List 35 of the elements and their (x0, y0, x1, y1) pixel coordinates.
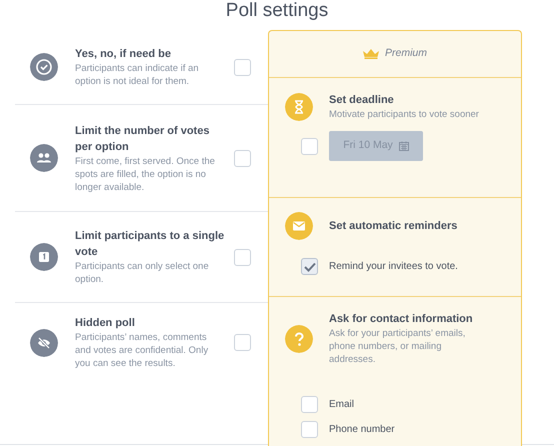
envelope-icon (285, 212, 313, 240)
option-description: First come, first served. Once the spots are filled, the option is no longer available. (75, 154, 216, 194)
checkbox[interactable] (301, 258, 318, 275)
option-description: Participants can indicate if an option is not ideal for them. (75, 62, 200, 88)
option-title: Limit participants to a single vote (75, 229, 225, 260)
checkbox[interactable] (234, 334, 251, 351)
checkbox[interactable] (234, 150, 251, 166)
option-title: Yes, no, if need be (75, 47, 172, 62)
option-description: Participants’ names, comments and votes are confidential. Only you can see the results. (75, 331, 210, 370)
crown-icon (362, 49, 379, 59)
option-description: Ask for your participants’ emails, phone numbers, or mailing addresses. (329, 327, 466, 366)
checkbox[interactable] (234, 248, 251, 266)
number-one-icon (30, 243, 58, 271)
calendar-icon (398, 141, 409, 151)
option-title: Set deadline (329, 93, 395, 108)
checkbox[interactable] (301, 396, 318, 413)
people-icon (30, 144, 58, 172)
check-circle-icon (30, 53, 58, 81)
page-title: Poll settings (224, 0, 330, 22)
checkbox[interactable] (234, 58, 251, 76)
premium-label: Premium (384, 46, 427, 62)
option-title: Limit the number of votes per option (75, 124, 210, 154)
hidden-eye-icon (30, 328, 58, 356)
option-title: Hidden poll (75, 316, 136, 331)
checkbox[interactable] (301, 138, 318, 154)
checkbox[interactable] (301, 421, 318, 438)
option-description: Motivate participants to vote sooner (329, 108, 479, 121)
option-description: Participants can only select one option. (75, 260, 210, 286)
checkbox-label: Remind your invitees to vote. (329, 260, 458, 274)
hourglass-icon (285, 92, 313, 120)
checkbox-label: Email (329, 398, 354, 412)
checkbox-label: Phone number (329, 423, 395, 437)
option-title: Ask for contact information (329, 312, 474, 327)
question-icon (285, 324, 313, 352)
option-title: Set automatic reminders (329, 219, 458, 234)
